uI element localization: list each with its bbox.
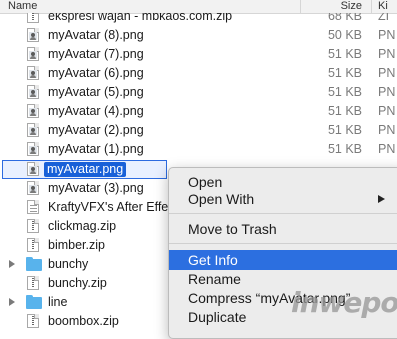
- zip-file-icon: [27, 276, 40, 291]
- folder-icon: [26, 295, 42, 310]
- menu-item-rename[interactable]: Rename: [169, 269, 397, 289]
- file-name: myAvatar (4).png: [48, 104, 144, 118]
- file-size: 51 KB: [327, 123, 362, 137]
- column-divider[interactable]: [300, 0, 301, 13]
- file-name: myAvatar (3).png: [48, 181, 144, 195]
- file-name: myAvatar (1).png: [48, 142, 144, 156]
- column-header-bar: Name Size Ki: [0, 0, 397, 14]
- file-kind: PN: [378, 66, 396, 80]
- size-column-header[interactable]: Size: [318, 0, 362, 13]
- zip-file-icon: [27, 238, 40, 253]
- file-row-myavatar-1[interactable]: myAvatar (1).png 51 KB PN: [0, 140, 397, 159]
- folder-icon: [26, 257, 42, 272]
- zip-file-icon: [27, 314, 40, 329]
- png-file-icon: [27, 123, 40, 138]
- file-name: myAvatar (2).png: [48, 123, 144, 137]
- file-row-myavatar-5[interactable]: myAvatar (5).png 51 KB PN: [0, 83, 397, 102]
- file-size: 51 KB: [327, 142, 362, 156]
- file-kind: PN: [378, 123, 396, 137]
- file-name: myAvatar (7).png: [48, 47, 144, 61]
- disclosure-triangle-icon[interactable]: [9, 260, 15, 268]
- file-size: 51 KB: [327, 47, 362, 61]
- kind-column-header[interactable]: Ki: [378, 0, 388, 13]
- png-file-icon: [27, 47, 40, 62]
- file-size: 51 KB: [327, 85, 362, 99]
- menu-item-compress[interactable]: Compress “myAvatar.png”: [169, 288, 397, 308]
- file-size: 68 KB: [327, 13, 362, 23]
- folder-name: line: [48, 295, 68, 309]
- file-row-myavatar-4[interactable]: myAvatar (4).png 51 KB PN: [0, 102, 397, 121]
- file-row-myavatar-2[interactable]: myAvatar (2).png 51 KB PN: [0, 121, 397, 140]
- file-kind: PN: [378, 104, 396, 118]
- file-name: bimber.zip: [48, 238, 105, 252]
- file-name: KraftyVFX's After Effe: [48, 200, 169, 214]
- file-row-myavatar-8[interactable]: myAvatar (8).png 50 KB PN: [0, 26, 397, 45]
- png-file-icon: [27, 162, 40, 177]
- menu-item-move-to-trash[interactable]: Move to Trash: [169, 219, 397, 239]
- file-size: 51 KB: [327, 104, 362, 118]
- file-name: myAvatar (5).png: [48, 85, 144, 99]
- file-kind: PN: [378, 28, 396, 42]
- png-file-icon: [27, 181, 40, 196]
- disclosure-triangle-icon[interactable]: [9, 298, 15, 306]
- png-file-icon: [27, 85, 40, 100]
- menu-divider: [169, 213, 397, 214]
- file-kind: PN: [378, 142, 396, 156]
- folder-name: bunchy: [48, 257, 89, 271]
- submenu-arrow-icon: [378, 195, 385, 203]
- menu-item-open-with[interactable]: Open With: [169, 189, 397, 209]
- file-name: ekspresi wajah - mbkaos.com.zip: [48, 13, 233, 23]
- menu-item-duplicate[interactable]: Duplicate: [169, 307, 397, 327]
- context-menu: Open Open With Move to Trash Get Info Re…: [168, 167, 397, 339]
- file-size: 50 KB: [327, 28, 362, 42]
- file-name-selected[interactable]: myAvatar.png: [44, 162, 127, 177]
- name-column-header[interactable]: Name: [8, 0, 37, 13]
- png-file-icon: [27, 28, 40, 43]
- pdf-file-icon: [27, 200, 40, 215]
- png-file-icon: [27, 66, 40, 81]
- zip-file-icon: [27, 13, 40, 24]
- file-name: myAvatar (8).png: [48, 28, 144, 42]
- menu-divider: [169, 243, 397, 244]
- png-file-icon: [27, 142, 40, 157]
- file-row-myavatar-6[interactable]: myAvatar (6).png 51 KB PN: [0, 64, 397, 83]
- file-name: bunchy.zip: [48, 276, 107, 290]
- file-row-ekspresi-wajah-zip[interactable]: ekspresi wajah - mbkaos.com.zip 68 KB ZI: [0, 13, 397, 26]
- file-kind: PN: [378, 47, 396, 61]
- file-size: 51 KB: [327, 66, 362, 80]
- file-kind: ZI: [378, 13, 390, 23]
- column-divider[interactable]: [371, 0, 372, 13]
- zip-file-icon: [27, 219, 40, 234]
- file-name: boombox.zip: [48, 314, 119, 328]
- menu-item-get-info[interactable]: Get Info: [169, 250, 397, 270]
- file-kind: PN: [378, 85, 396, 99]
- file-name: myAvatar (6).png: [48, 66, 144, 80]
- png-file-icon: [27, 104, 40, 119]
- file-row-myavatar-7[interactable]: myAvatar (7).png 51 KB PN: [0, 45, 397, 64]
- file-name: clickmag.zip: [48, 219, 117, 233]
